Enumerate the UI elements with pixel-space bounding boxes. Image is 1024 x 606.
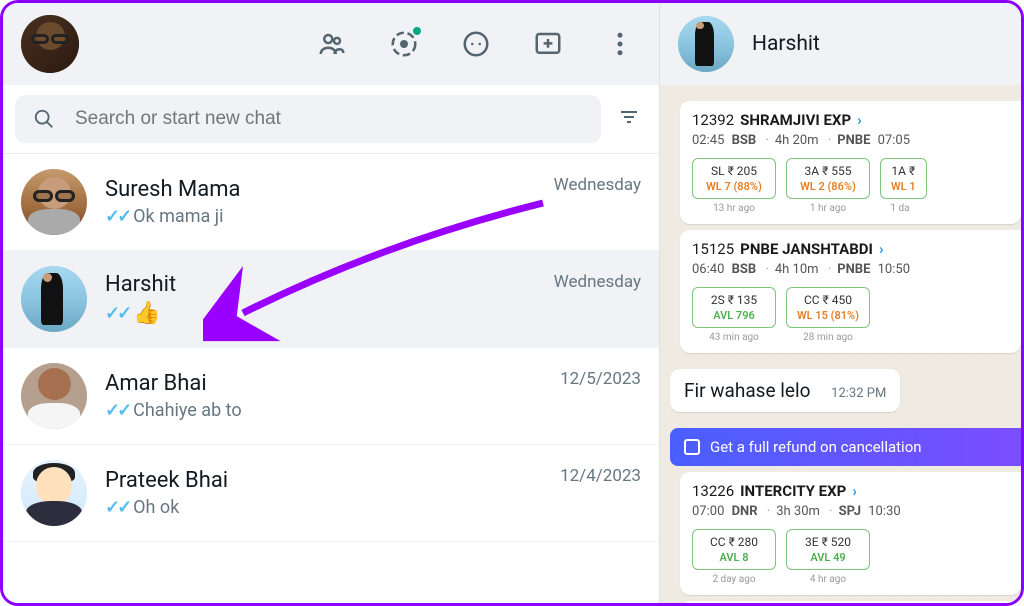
train-number: 12392: [692, 111, 734, 129]
messages-scroll[interactable]: 12392 SHRAMJIVI EXP › 02:45 BSB 4h 20m P…: [660, 85, 1021, 603]
fare-class[interactable]: 1A ₹WL 1: [880, 158, 927, 199]
search-box[interactable]: [15, 95, 601, 143]
chat-name: Amar Bhai: [105, 371, 560, 396]
checkbox-icon: [684, 439, 700, 455]
chevron-right-icon: ›: [879, 240, 884, 258]
avatar: [21, 363, 87, 429]
message-body: Fir wahase lelo: [684, 379, 810, 402]
new-chat-icon[interactable]: [533, 29, 563, 59]
refund-label: Get a full refund on cancellation: [710, 438, 922, 456]
search-icon: [33, 108, 55, 130]
fare-class[interactable]: 3A ₹ 555WL 2 (86%): [786, 158, 870, 199]
chevron-right-icon: ›: [857, 111, 862, 129]
chat-list-pane: Suresh Mama ✓✓ Ok mama ji Wednesday Hars…: [3, 3, 660, 603]
communities-icon[interactable]: [317, 29, 347, 59]
avatar: [21, 266, 87, 332]
chat-name: Harshit: [105, 272, 554, 297]
read-checks-icon: ✓✓: [105, 303, 129, 324]
train-card[interactable]: 15125 PNBE JANSHTABDI › 06:40 BSB 4h 10m…: [680, 230, 1021, 353]
search-input[interactable]: [75, 108, 583, 130]
chat-name: Prateek Bhai: [105, 468, 560, 493]
read-checks-icon: ✓✓: [105, 206, 129, 227]
train-card[interactable]: 13226 INTERCITY EXP › 07:00 DNR 3h 30m S…: [680, 472, 1021, 595]
search-row: [3, 85, 659, 154]
chat-time: Wednesday: [554, 272, 641, 292]
avatar: [21, 460, 87, 526]
fare-class[interactable]: 2S ₹ 135AVL 796: [692, 287, 776, 328]
chat-preview: Oh ok: [133, 497, 179, 518]
status-icon[interactable]: [389, 29, 419, 59]
channels-icon[interactable]: [461, 29, 491, 59]
train-card[interactable]: 12392 SHRAMJIVI EXP › 02:45 BSB 4h 20m P…: [680, 101, 1021, 224]
conversation-title: Harshit: [752, 32, 820, 56]
fare-class[interactable]: 3E ₹ 520AVL 49: [786, 529, 870, 570]
thumbs-up-icon: 👍: [133, 301, 160, 326]
chat-item-suresh[interactable]: Suresh Mama ✓✓ Ok mama ji Wednesday: [3, 154, 659, 251]
fare-class[interactable]: CC ₹ 280AVL 8: [692, 529, 776, 570]
fare-class[interactable]: SL ₹ 205WL 7 (88%): [692, 158, 776, 199]
avatar: [678, 16, 734, 72]
menu-icon[interactable]: [605, 29, 635, 59]
avatar: [21, 169, 87, 235]
left-header: [3, 3, 659, 85]
chat-item-harshit[interactable]: Harshit ✓✓ 👍 Wednesday: [3, 251, 659, 348]
conversation-header[interactable]: Harshit: [660, 3, 1021, 85]
chat-item-amar[interactable]: Amar Bhai ✓✓ Chahiye ab to 12/5/2023: [3, 348, 659, 445]
profile-avatar[interactable]: [21, 15, 79, 73]
refund-banner[interactable]: Get a full refund on cancellation: [670, 428, 1021, 466]
chat-preview: Chahiye ab to: [133, 400, 241, 421]
chat-time: 12/5/2023: [560, 369, 641, 389]
read-checks-icon: ✓✓: [105, 497, 129, 518]
chat-time: 12/4/2023: [560, 466, 641, 486]
read-checks-icon: ✓✓: [105, 400, 129, 421]
conversation-pane: Harshit 12392 SHRAMJIVI EXP › 02:45 BSB …: [660, 3, 1021, 603]
message-time: 12:32 PM: [831, 386, 886, 401]
filter-icon[interactable]: [611, 99, 647, 139]
train-name: SHRAMJIVI EXP: [740, 111, 851, 129]
fare-class[interactable]: CC ₹ 450WL 15 (81%): [786, 287, 870, 328]
chevron-right-icon: ›: [852, 482, 857, 500]
chat-list: Suresh Mama ✓✓ Ok mama ji Wednesday Hars…: [3, 154, 659, 603]
chat-name: Suresh Mama: [105, 177, 554, 202]
chat-preview: Ok mama ji: [133, 206, 223, 227]
chat-item-prateek[interactable]: Prateek Bhai ✓✓ Oh ok 12/4/2023: [3, 445, 659, 542]
incoming-text-message: Fir wahase lelo 12:32 PM: [670, 359, 1021, 422]
chat-time: Wednesday: [554, 175, 641, 195]
train-card[interactable]: 10483 ADI PJII EXP: [680, 601, 1021, 603]
